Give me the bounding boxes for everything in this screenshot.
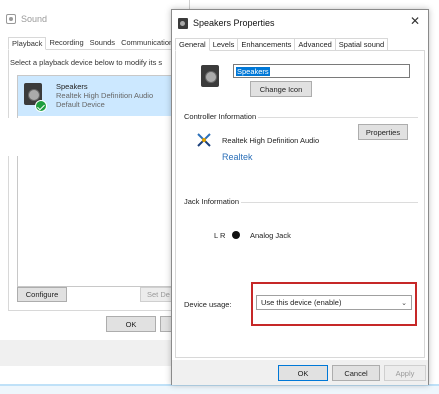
configure-button[interactable]: Configure	[17, 287, 67, 302]
props-title: Speakers Properties	[193, 18, 275, 28]
controller-name: Realtek High Definition Audio	[222, 136, 320, 145]
device-usage-select[interactable]: Use this device (enable) ⌄	[256, 295, 412, 310]
apply-button[interactable]: Apply	[384, 365, 426, 381]
tab-playback[interactable]: Playback	[8, 37, 47, 50]
jack-info-label: Jack Information	[184, 197, 242, 206]
playback-instruction: Select a playback device below to modify…	[10, 58, 163, 67]
device-usage-label: Device usage:	[184, 300, 232, 309]
cancel-button[interactable]: Cancel	[332, 365, 380, 381]
controller-info-label: Controller Information	[184, 112, 259, 121]
realtek-controller-icon	[197, 133, 211, 147]
device-row-speakers[interactable]: Speakers Realtek High Definition Audio D…	[18, 76, 191, 116]
props-title-bar: Speakers Properties	[178, 16, 275, 30]
tab-recording[interactable]: Recording	[46, 37, 87, 50]
device-name-value: Speakers	[236, 66, 270, 76]
tab-advanced[interactable]: Advanced	[295, 38, 336, 51]
device-name-field[interactable]: Speakers	[233, 64, 410, 78]
device-status: Default Device	[56, 100, 105, 109]
change-icon-button[interactable]: Change Icon	[250, 81, 312, 97]
taskbar-edge	[0, 384, 439, 394]
tab-enhancements[interactable]: Enhancements	[238, 38, 296, 51]
sound-title-bar: Sound	[6, 12, 47, 26]
sound-tab-strip: Playback Recording Sounds Communications	[8, 37, 180, 50]
sound-title: Sound	[21, 14, 48, 24]
close-icon[interactable]: ✕	[407, 13, 423, 29]
jack-dot-icon	[232, 231, 240, 239]
speakers-properties-dialog: Speakers Properties ✕ General Levels Enh…	[171, 9, 429, 385]
device-name: Speakers	[56, 82, 88, 91]
speaker-icon	[6, 14, 16, 24]
controller-properties-button[interactable]: Properties	[358, 124, 408, 140]
tab-sounds[interactable]: Sounds	[86, 37, 119, 50]
sound-dialog: Sound Playback Recording Sounds Communic…	[0, 0, 191, 366]
tab-levels[interactable]: Levels	[209, 38, 239, 51]
speaker-icon	[178, 17, 188, 29]
tab-general[interactable]: General	[175, 38, 210, 51]
tab-spatial-sound[interactable]: Spatial sound	[335, 38, 389, 51]
checkmark-badge-icon	[35, 100, 47, 112]
blank-overlay	[0, 118, 176, 156]
playback-device-list[interactable]: Speakers Realtek High Definition Audio D…	[17, 75, 191, 287]
sound-footer	[0, 340, 190, 366]
device-usage-value: Use this device (enable)	[261, 298, 342, 307]
sound-ok-button[interactable]: OK	[106, 316, 156, 332]
controller-link[interactable]: Realtek	[222, 152, 253, 162]
device-driver: Realtek High Definition Audio	[56, 91, 154, 100]
jack-channels: L R	[214, 231, 226, 240]
jack-type: Analog Jack	[250, 231, 291, 240]
chevron-down-icon: ⌄	[401, 299, 407, 307]
props-tab-strip: General Levels Enhancements Advanced Spa…	[175, 38, 389, 51]
speaker-device-icon	[201, 65, 219, 87]
ok-button[interactable]: OK	[278, 365, 328, 381]
